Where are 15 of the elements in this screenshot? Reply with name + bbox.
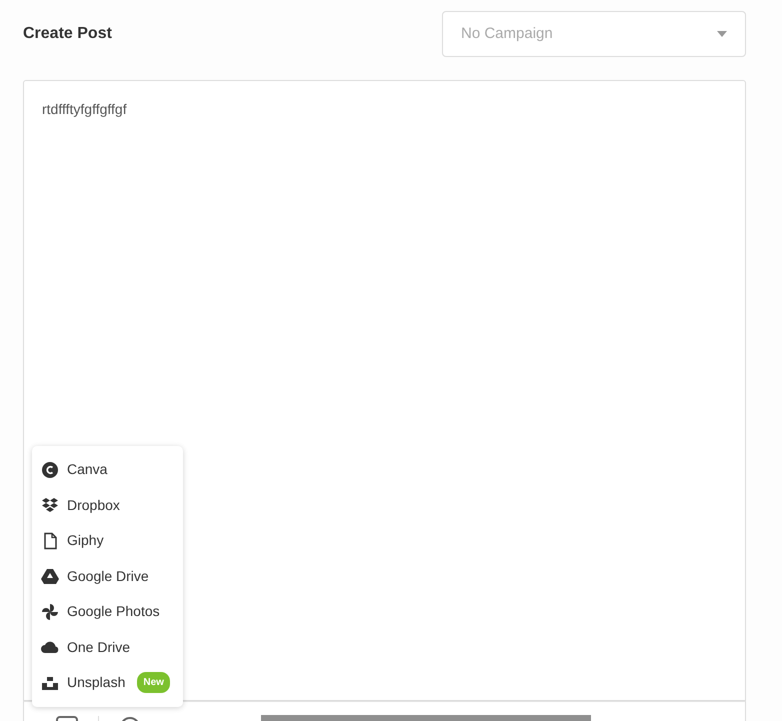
menu-item[interactable]: Giphy — [32, 523, 183, 558]
triangle-icon — [41, 567, 59, 586]
menu-item[interactable]: Google Drive — [32, 558, 183, 594]
menu-item[interactable]: Google Photos — [32, 594, 183, 630]
canva-icon — [41, 460, 59, 479]
pinwheel-icon — [41, 602, 59, 621]
menu-item[interactable]: Unsplash New — [32, 665, 183, 700]
scrollbar[interactable] — [261, 715, 591, 721]
new-badge: New — [137, 672, 170, 694]
menu-item[interactable]: One Drive — [32, 630, 183, 665]
caret-icon — [717, 31, 727, 37]
dropbox-icon — [41, 496, 59, 514]
page-title: Create Post — [23, 24, 112, 44]
menu-item[interactable]: Dropbox — [32, 488, 183, 523]
menu-item[interactable]: Canva — [32, 452, 183, 488]
